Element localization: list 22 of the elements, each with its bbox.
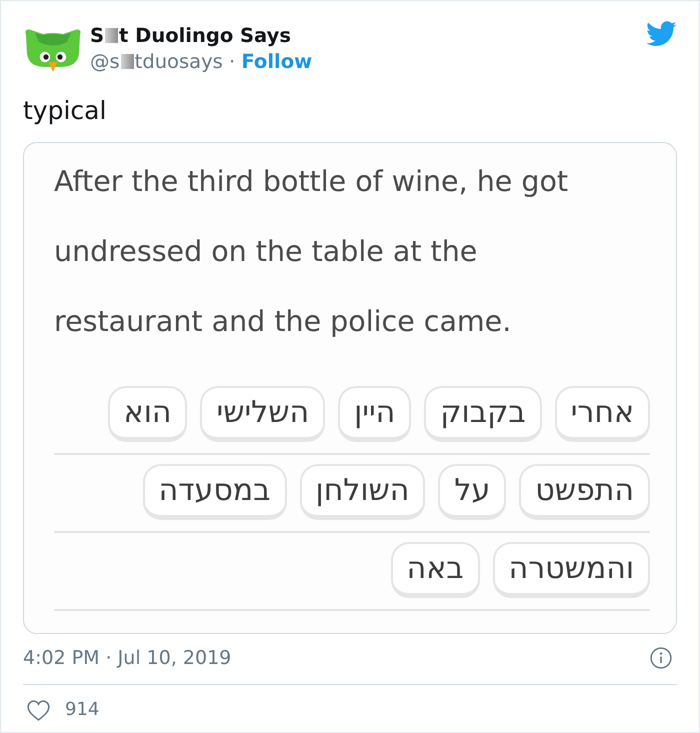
word-tile[interactable]: השולחן [300, 464, 426, 520]
word-tile[interactable]: הוא [108, 386, 188, 442]
prompt-sentence: After the third bottle of wine, he got undressed on the table at the restaurant and the police came. [54, 164, 570, 340]
owl-avatar-icon [23, 27, 83, 73]
word-tile[interactable]: והמשטרה [492, 542, 650, 598]
bird-icon [645, 21, 677, 48]
info-icon[interactable] [650, 647, 672, 669]
word-tile[interactable]: התפשט [519, 464, 650, 520]
word-tile[interactable]: אחרי [554, 386, 650, 442]
word-tile[interactable]: באה [390, 542, 480, 598]
timestamp: 4:02 PM · Jul 10, 2019 [23, 646, 232, 670]
user-handle: @s tduosays [90, 50, 223, 73]
tweet-text: typical [23, 96, 106, 126]
word-tile[interactable]: על [438, 464, 506, 520]
word-tile[interactable]: במסעדה [142, 464, 287, 520]
heart-icon[interactable] [27, 700, 50, 720]
word-tile[interactable]: השלישי [200, 386, 326, 442]
like-count: 914 [65, 698, 100, 722]
word-tile[interactable]: היין [338, 386, 412, 442]
word-tile[interactable]: בקבוק [424, 386, 542, 442]
separator: · [229, 50, 236, 73]
display-name: S t Duolingo Says [90, 23, 291, 49]
